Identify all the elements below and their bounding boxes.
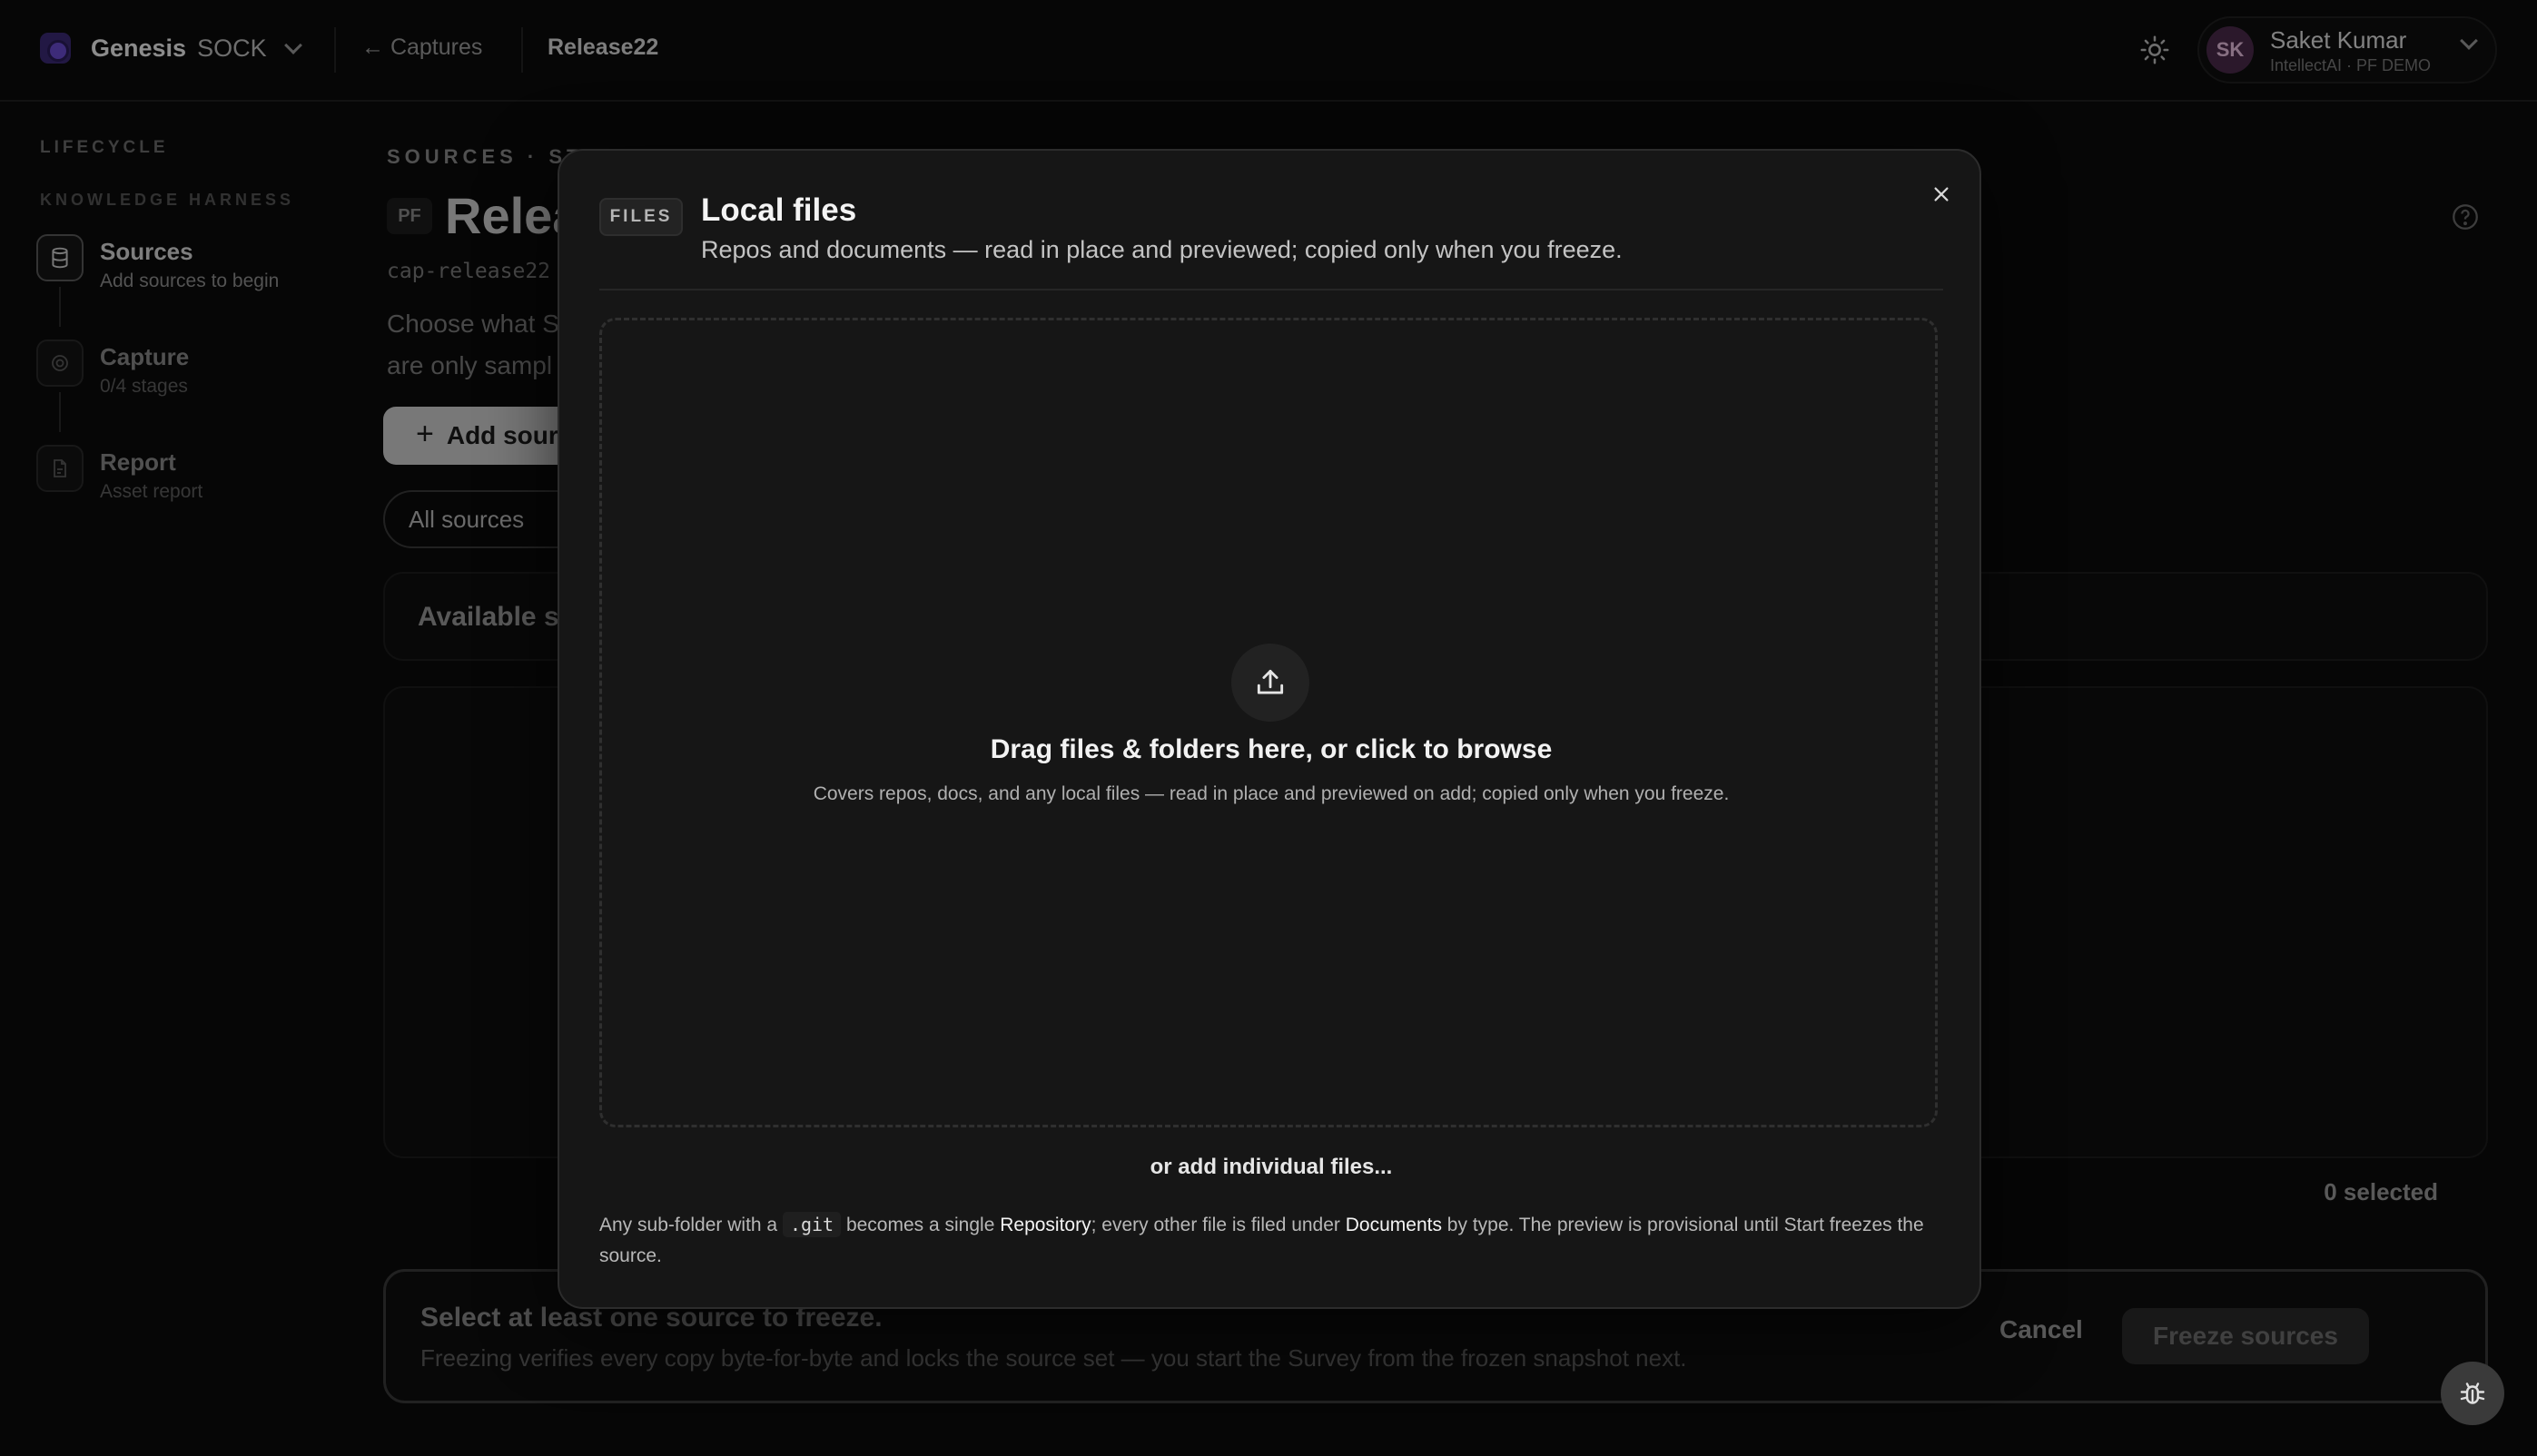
upload-icon	[1231, 644, 1309, 722]
repository-term: Repository	[1000, 1215, 1091, 1235]
note-text: Any sub-folder with a	[599, 1215, 783, 1235]
dropzone-title: Drag files & folders here, or click to b…	[990, 734, 1553, 764]
note-text: ; every other file is filed under	[1091, 1215, 1346, 1235]
close-button[interactable]	[1923, 176, 1960, 212]
dialog-title: Local files	[701, 192, 857, 228]
files-badge: FILES	[599, 198, 683, 236]
file-dropzone[interactable]: Drag files & folders here, or click to b…	[599, 318, 1938, 1127]
git-code: .git	[782, 1212, 842, 1237]
dropzone-subtitle: Covers repos, docs, and any local files …	[813, 783, 1730, 804]
bug-icon	[2460, 1382, 2485, 1404]
dialog-note: Any sub-folder with a .git becomes a sin…	[599, 1209, 1943, 1272]
local-files-dialog: FILES Local files Repos and documents — …	[558, 149, 1981, 1309]
add-individual-files-link[interactable]: or add individual files...	[559, 1155, 1983, 1180]
close-icon	[1934, 187, 1949, 202]
documents-term: Documents	[1345, 1215, 1442, 1235]
bug-report-button[interactable]	[2441, 1362, 2504, 1425]
note-text: becomes a single	[841, 1215, 1001, 1235]
divider	[599, 289, 1943, 290]
dialog-subtitle: Repos and documents — read in place and …	[701, 236, 1623, 263]
